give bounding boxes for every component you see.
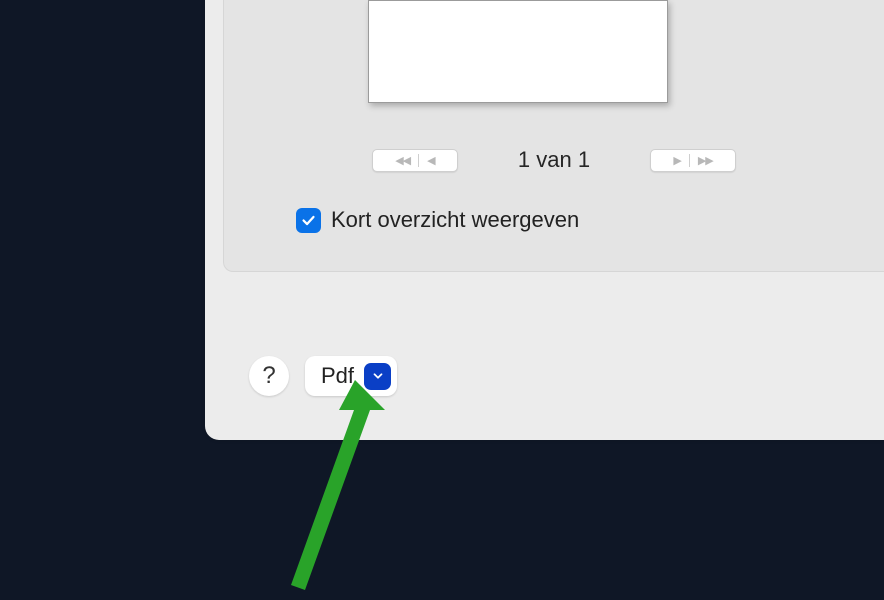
help-button[interactable]: ?	[249, 356, 289, 396]
first-page-icon: ◀◀	[395, 154, 410, 167]
pager-row: ◀◀ ◀ 1 van 1 ▶ ▶▶	[224, 147, 884, 173]
pager-next-group[interactable]: ▶ ▶▶	[650, 149, 736, 172]
preview-panel: ◀◀ ◀ 1 van 1 ▶ ▶▶ Kort overzicht weergev…	[223, 0, 884, 272]
pager-prev-group[interactable]: ◀◀ ◀	[372, 149, 458, 172]
prev-page-icon: ◀	[427, 154, 434, 167]
check-icon	[300, 212, 317, 229]
print-dialog: ◀◀ ◀ 1 van 1 ▶ ▶▶ Kort overzicht weergev…	[205, 0, 884, 440]
preview-page	[368, 0, 668, 103]
separator	[689, 154, 690, 167]
page-indicator: 1 van 1	[518, 147, 590, 173]
separator	[418, 154, 419, 167]
chevron-down-icon	[364, 363, 391, 390]
last-page-icon: ▶▶	[698, 154, 713, 167]
pdf-dropdown-label: Pdf	[321, 363, 354, 389]
show-summary-checkbox[interactable]	[296, 208, 321, 233]
show-summary-row: Kort overzicht weergeven	[296, 207, 579, 233]
next-page-icon: ▶	[673, 154, 680, 167]
pdf-dropdown-button[interactable]: Pdf	[305, 356, 397, 396]
dialog-footer: ? Pdf	[249, 356, 397, 396]
help-icon: ?	[262, 362, 275, 390]
show-summary-label: Kort overzicht weergeven	[331, 207, 579, 233]
